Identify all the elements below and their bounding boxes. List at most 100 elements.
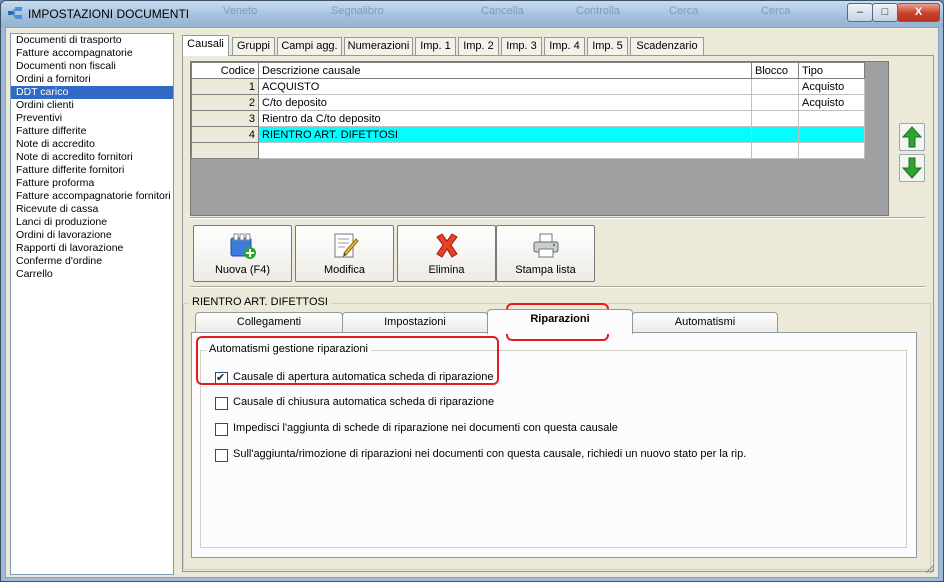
background-item: Cerca <box>761 5 791 17</box>
list-item-selected[interactable]: DDT carico <box>11 86 173 99</box>
subtab-collegamenti[interactable]: Collegamenti <box>195 312 343 333</box>
background-item: Veneto <box>223 5 258 17</box>
tab-imp-3[interactable]: Imp. 3 <box>501 37 542 55</box>
list-item[interactable]: Ordini di lavorazione <box>11 229 173 242</box>
cell-descrizione[interactable]: RIENTRO ART. DIFETTOSI <box>258 126 752 143</box>
checkbox-impedisci-aggiunta[interactable] <box>215 423 228 436</box>
list-item[interactable]: Rapporti di lavorazione <box>11 242 173 255</box>
cell-codice[interactable]: 1 <box>191 78 259 95</box>
cell-blocco[interactable] <box>751 142 799 159</box>
cell-descrizione[interactable]: Rientro da C/to deposito <box>258 110 752 127</box>
cell-blocco[interactable] <box>751 94 799 111</box>
edit-document-icon <box>334 233 359 258</box>
title-bar[interactable]: IMPOSTAZIONI DOCUMENTI Veneto Segnalibro… <box>1 1 943 27</box>
elimina-button[interactable]: Elimina <box>397 225 496 282</box>
nuova-label: Nuova (F4) <box>214 264 271 276</box>
move-down-button[interactable] <box>899 154 925 182</box>
tab-campi-agg[interactable]: Campi agg. <box>277 37 342 55</box>
cell-descrizione[interactable] <box>258 142 752 159</box>
tab-imp-5[interactable]: Imp. 5 <box>587 37 628 55</box>
close-button[interactable]: X <box>897 3 940 22</box>
cell-codice[interactable]: 2 <box>191 94 259 111</box>
list-item[interactable]: Note di accredito fornitori <box>11 151 173 164</box>
table-row[interactable]: 2 C/to deposito Acquisto <box>191 94 865 111</box>
cell-codice[interactable] <box>191 142 259 159</box>
separator <box>190 286 925 288</box>
tab-scadenzario[interactable]: Scadenzario <box>630 37 704 55</box>
subtab-riparazioni[interactable]: Riparazioni <box>487 309 633 334</box>
causali-grid[interactable]: Codice Descrizione causale Blocco Tipo 1… <box>190 61 889 216</box>
highlight-apertura-option <box>196 336 499 385</box>
tab-causali[interactable]: Causali <box>182 35 229 56</box>
cell-codice[interactable]: 3 <box>191 110 259 127</box>
delete-x-icon <box>436 233 458 258</box>
list-item[interactable]: Fatture accompagnatorie fornitori <box>11 190 173 203</box>
window-title: IMPOSTAZIONI DOCUMENTI <box>28 7 190 21</box>
tab-imp-1[interactable]: Imp. 1 <box>415 37 456 55</box>
new-document-icon <box>230 233 256 259</box>
list-item[interactable]: Documenti di trasporto <box>11 34 173 47</box>
list-item[interactable]: Fatture proforma <box>11 177 173 190</box>
tab-gruppi[interactable]: Gruppi <box>232 37 275 55</box>
resize-grip-icon[interactable] <box>925 564 935 574</box>
background-item: Segnalibro <box>331 5 384 17</box>
list-item[interactable]: Note di accredito <box>11 138 173 151</box>
separator <box>190 217 925 219</box>
column-header-descrizione[interactable]: Descrizione causale <box>258 62 752 79</box>
table-row[interactable]: 3 Rientro da C/to deposito <box>191 110 865 127</box>
list-item[interactable]: Documenti non fiscali <box>11 60 173 73</box>
list-item[interactable]: Fatture differite fornitori <box>11 164 173 177</box>
stampa-lista-button[interactable]: Stampa lista <box>496 225 595 282</box>
cell-codice[interactable]: 4 <box>191 126 259 143</box>
list-item[interactable]: Preventivi <box>11 112 173 125</box>
elimina-label: Elimina <box>428 264 465 276</box>
label-impedisci-aggiunta[interactable]: Impedisci l'aggiunta di schede di ripara… <box>233 422 618 434</box>
cell-descrizione[interactable]: ACQUISTO <box>258 78 752 95</box>
label-nuovo-stato[interactable]: Sull'aggiunta/rimozione di riparazioni n… <box>233 448 746 460</box>
list-item[interactable]: Carrello <box>11 268 173 281</box>
document-type-list[interactable]: Documenti di trasporto Fatture accompagn… <box>10 33 174 575</box>
cell-blocco[interactable] <box>751 110 799 127</box>
maximize-button[interactable]: □ <box>872 3 898 22</box>
list-item[interactable]: Conferme d'ordine <box>11 255 173 268</box>
move-up-button[interactable] <box>899 123 925 151</box>
nuova-button[interactable]: Nuova (F4) <box>193 225 292 282</box>
column-header-codice[interactable]: Codice <box>191 62 259 79</box>
arrow-up-icon <box>901 126 923 148</box>
column-header-blocco[interactable]: Blocco <box>751 62 799 79</box>
client-area: Documenti di trasporto Fatture accompagn… <box>5 27 939 578</box>
cell-blocco[interactable] <box>751 78 799 95</box>
list-item[interactable]: Ordini a fornitori <box>11 73 173 86</box>
cell-tipo[interactable]: Acquisto <box>798 78 865 95</box>
checkbox-nuovo-stato[interactable] <box>215 449 228 462</box>
table-row[interactable]: 1 ACQUISTO Acquisto <box>191 78 865 95</box>
cell-tipo[interactable] <box>798 110 865 127</box>
list-item[interactable]: Fatture accompagnatorie <box>11 47 173 60</box>
list-item[interactable]: Lanci di produzione <box>11 216 173 229</box>
cell-blocco[interactable] <box>751 126 799 143</box>
modifica-button[interactable]: Modifica <box>295 225 394 282</box>
cell-tipo[interactable]: Acquisto <box>798 94 865 111</box>
checkbox-chiusura-automatica[interactable] <box>215 397 228 410</box>
label-chiusura-automatica[interactable]: Causale di chiusura automatica scheda di… <box>233 396 494 408</box>
background-item: Controlla <box>576 5 621 17</box>
minimize-button[interactable]: – <box>847 3 873 22</box>
list-item[interactable]: Ricevute di cassa <box>11 203 173 216</box>
tab-imp-4[interactable]: Imp. 4 <box>544 37 585 55</box>
tab-numerazioni[interactable]: Numerazioni <box>344 37 413 55</box>
background-item: Cancella <box>481 5 524 17</box>
cell-descrizione[interactable]: C/to deposito <box>258 94 752 111</box>
tab-imp-2[interactable]: Imp. 2 <box>458 37 499 55</box>
subtab-impostazioni[interactable]: Impostazioni <box>342 312 488 333</box>
table-row-selected[interactable]: 4 RIENTRO ART. DIFETTOSI <box>191 126 865 143</box>
modifica-label: Modifica <box>324 264 365 276</box>
list-item[interactable]: Fatture differite <box>11 125 173 138</box>
cell-tipo[interactable] <box>798 126 865 143</box>
cell-tipo[interactable] <box>798 142 865 159</box>
subtab-automatismi[interactable]: Automatismi <box>632 312 778 333</box>
stampa-lista-label: Stampa lista <box>515 264 576 276</box>
selected-causale-title: RIENTRO ART. DIFETTOSI <box>189 296 331 308</box>
column-header-tipo[interactable]: Tipo <box>798 62 865 79</box>
list-item[interactable]: Ordini clienti <box>11 99 173 112</box>
table-row-new[interactable] <box>191 142 865 159</box>
